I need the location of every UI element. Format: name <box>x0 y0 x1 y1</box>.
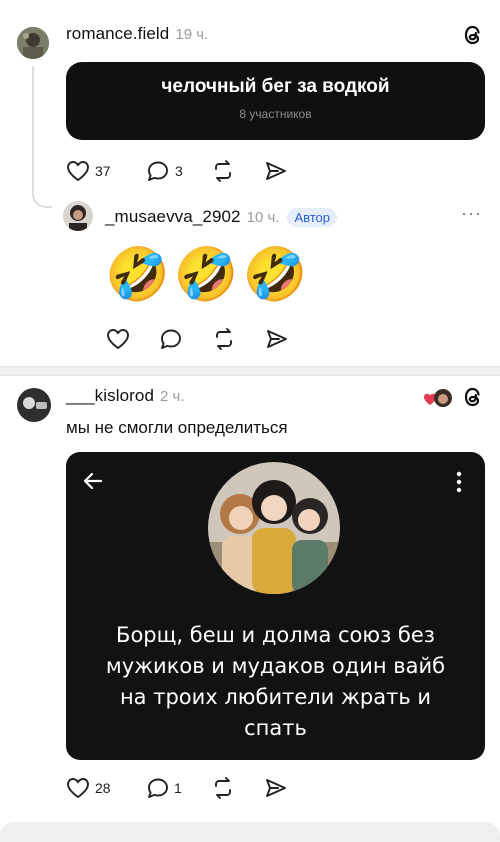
avatar-romance-field[interactable] <box>17 27 49 59</box>
username[interactable]: _musaevva_2902 <box>105 207 241 227</box>
more-vertical-icon[interactable] <box>455 471 463 498</box>
like-button[interactable] <box>106 328 130 350</box>
share-button[interactable] <box>264 777 288 799</box>
heart-icon <box>67 161 89 182</box>
comment-button[interactable] <box>159 328 183 350</box>
like-count: 28 <box>95 780 111 796</box>
post1-header: romance.field 19 ч. <box>66 24 208 44</box>
more-options-button[interactable]: ··· <box>461 203 482 224</box>
back-arrow-icon[interactable] <box>82 470 104 497</box>
share-icon <box>266 162 286 180</box>
post-text: мы не смогли определиться <box>66 418 288 437</box>
comment-button[interactable]: 1 <box>146 777 182 799</box>
avatar-image <box>17 388 51 422</box>
repost-button[interactable] <box>212 328 236 350</box>
like-count: 37 <box>95 163 111 179</box>
heart-icon <box>424 389 452 407</box>
reply-header: _musaevva_2902 10 ч. Автор <box>105 207 338 227</box>
author-badge: Автор <box>287 207 338 227</box>
reply-emoji-content: 🤣🤣🤣 <box>105 246 312 304</box>
heart-icon <box>107 329 129 350</box>
timestamp: 19 ч. <box>175 26 209 43</box>
card-caption: Борщ, беш и долма союз без мужиков и муд… <box>105 623 446 740</box>
like-button[interactable]: 28 <box>66 777 111 799</box>
repost-button[interactable] <box>211 777 235 799</box>
comment-icon <box>148 778 168 798</box>
share-icon <box>266 779 286 797</box>
threads-logo-icon[interactable] <box>462 385 484 414</box>
timestamp: 2 ч. <box>160 388 185 405</box>
username[interactable]: romance.field <box>66 24 169 43</box>
thread-line <box>32 66 34 194</box>
share-button[interactable] <box>265 328 289 350</box>
bottom-sheet-edge <box>0 822 500 842</box>
comment-icon <box>148 161 168 181</box>
thread-line-curve <box>32 186 52 208</box>
post-separator <box>0 366 500 376</box>
liked-by-avatars[interactable] <box>423 387 453 409</box>
comment-count: 1 <box>174 780 182 796</box>
like-button[interactable]: 37 <box>66 160 111 182</box>
username[interactable]: ___kislorod <box>66 386 154 405</box>
comment-icon <box>161 329 181 349</box>
avatar-image <box>17 27 49 59</box>
timestamp: 10 ч. <box>246 208 280 226</box>
poll-participants: 8 участников <box>239 107 312 121</box>
poll-card[interactable]: челочный бег за водкой 8 участников <box>66 62 485 140</box>
comment-button[interactable]: 3 <box>146 160 183 182</box>
media-card[interactable]: Борщ, беш и долма союз без мужиков и муд… <box>66 452 485 760</box>
avatar-musaevva[interactable] <box>63 201 93 231</box>
repost-button[interactable] <box>211 160 235 182</box>
post2-header: ___kislorod 2 ч. <box>66 386 185 406</box>
comment-count: 3 <box>175 163 183 179</box>
heart-icon <box>67 778 89 799</box>
avatar-image <box>63 201 93 231</box>
repost-icon <box>215 160 231 182</box>
threads-logo-icon[interactable] <box>462 23 484 52</box>
avatar-kislorod[interactable] <box>17 388 51 422</box>
poll-title: челочный бег за водкой <box>161 76 390 97</box>
group-profile-picture <box>208 462 340 594</box>
share-icon <box>267 330 287 348</box>
repost-icon <box>215 777 231 799</box>
repost-icon <box>216 328 232 350</box>
share-button[interactable] <box>264 160 288 182</box>
